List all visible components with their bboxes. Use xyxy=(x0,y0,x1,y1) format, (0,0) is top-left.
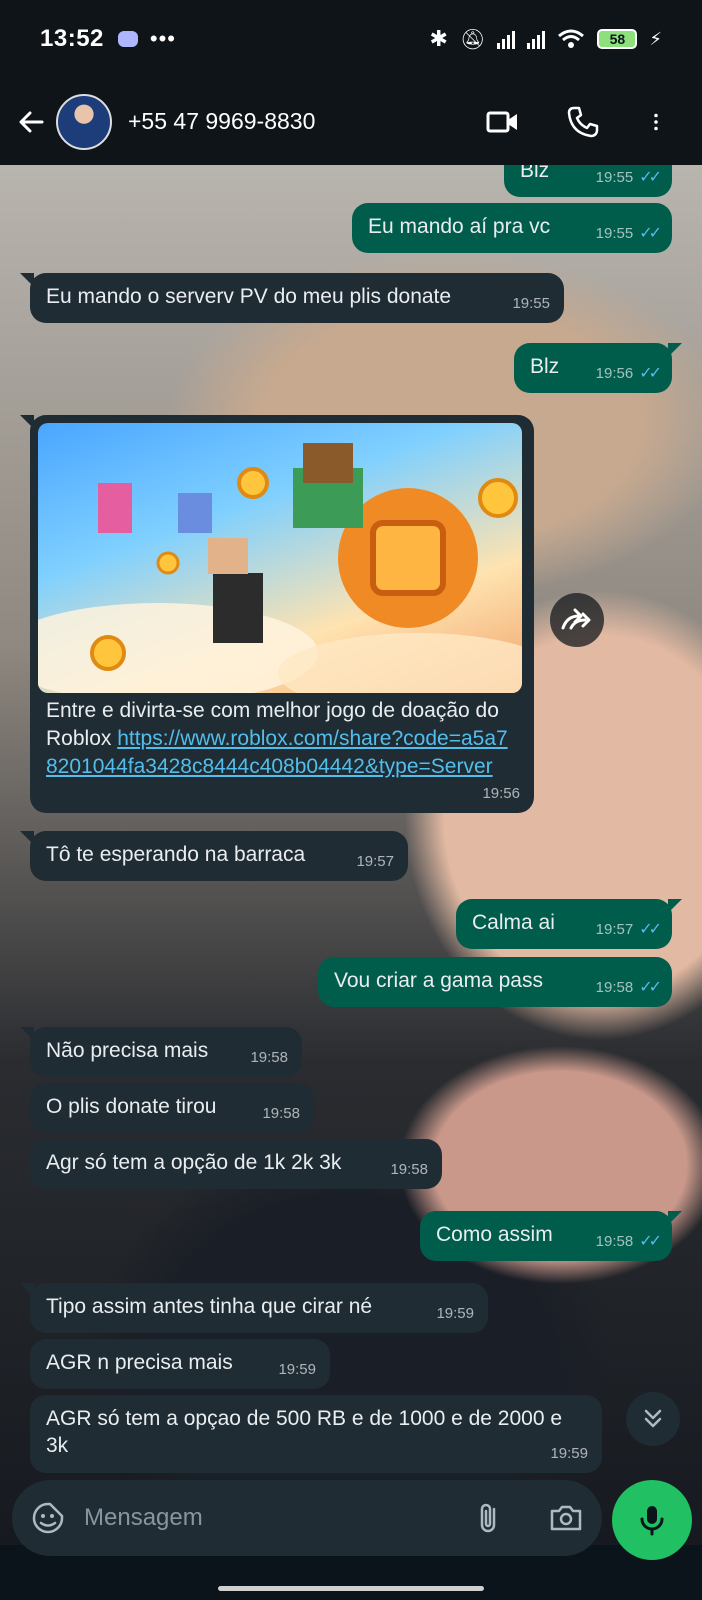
read-ticks-icon: ✓✓ xyxy=(639,365,662,382)
roblox-artwork xyxy=(38,443,522,693)
message-composer xyxy=(0,1470,702,1570)
status-time: 13:52 xyxy=(40,25,104,52)
message-bubble[interactable]: Tô te esperando na barraca 19:57 xyxy=(20,831,408,881)
message-time: 19:56 xyxy=(595,365,634,382)
message-text: AGR só tem a opçao de 500 RB e de 1000 e… xyxy=(46,1407,563,1457)
link-preview-caption: Entre e divirta-se com melhor jogo de do… xyxy=(46,697,516,781)
mic-icon xyxy=(640,1506,664,1536)
message-bubble[interactable]: Agr só tem a opção de 1k 2k 3k 19:58 xyxy=(30,1139,442,1189)
read-ticks-icon: ✓✓ xyxy=(639,169,662,186)
message-time: 19:58 xyxy=(595,979,634,996)
message-bubble[interactable]: Blz 19:56 ✓✓ xyxy=(514,343,682,393)
forward-button[interactable] xyxy=(550,593,604,647)
message-bubble[interactable]: Calma ai 19:57 ✓✓ xyxy=(456,899,682,949)
message-text: Não precisa mais xyxy=(46,1039,209,1062)
battery-icon: 58 xyxy=(597,29,638,49)
avatar[interactable] xyxy=(56,93,112,150)
read-ticks-icon: ✓✓ xyxy=(639,225,662,242)
charging-icon: ⚡ xyxy=(649,28,662,49)
status-bar: 13:52 ••• ✱ 🔕︎ 58 ⚡ xyxy=(0,0,702,78)
signal-icon-2 xyxy=(527,29,546,49)
discord-notification-icon xyxy=(117,31,138,47)
scroll-to-bottom-button[interactable] xyxy=(626,1392,680,1446)
video-call-icon[interactable] xyxy=(486,105,520,139)
message-bubble[interactable]: Eu mando o serverv PV do meu plis donate… xyxy=(20,273,564,323)
read-ticks-icon: ✓✓ xyxy=(639,1233,662,1250)
message-text: Agr só tem a opção de 1k 2k 3k xyxy=(46,1151,342,1174)
message-time: 19:59 xyxy=(550,1445,588,1462)
wifi-icon xyxy=(558,29,585,48)
mute-icon: 🔕︎ xyxy=(459,28,486,51)
system-nav-bar xyxy=(0,1570,702,1600)
message-input-container[interactable] xyxy=(12,1480,602,1556)
bluetooth-icon: ✱ xyxy=(429,26,448,51)
message-text: Vou criar a gama pass xyxy=(334,969,543,992)
signal-icon xyxy=(497,29,516,49)
message-bubble[interactable]: Não precisa mais 19:58 xyxy=(20,1027,302,1077)
top-bar: 13:52 ••• ✱ 🔕︎ 58 ⚡ +55 47 9969-8830 xyxy=(0,0,702,165)
message-text: O plis donate tirou xyxy=(46,1095,217,1118)
message-time: 19:55 xyxy=(595,169,634,186)
message-time: 19:58 xyxy=(262,1105,300,1122)
message-text: Calma ai xyxy=(472,911,555,934)
message-bubble[interactable]: Vou criar a gama pass 19:58 ✓✓ xyxy=(318,957,672,1007)
chat-header: +55 47 9969-8830 xyxy=(0,78,702,165)
message-time: 19:57 xyxy=(356,853,394,870)
message-time: 19:56 xyxy=(482,785,520,802)
message-text: Como assim xyxy=(436,1223,553,1246)
forward-icon xyxy=(561,608,591,630)
more-vert-icon[interactable] xyxy=(646,105,666,139)
chat-area[interactable]: Blz 19:55 ✓✓ Eu mando aí pra vc 19:55 ✓✓ E… xyxy=(0,147,702,1545)
message-time: 19:59 xyxy=(436,1305,474,1322)
contact-name[interactable]: +55 47 9969-8830 xyxy=(128,108,315,135)
back-arrow-icon[interactable] xyxy=(16,107,46,137)
attach-icon[interactable] xyxy=(472,1500,508,1536)
message-text: Blz xyxy=(530,355,560,378)
message-text: Tipo assim antes tinha que cirar né xyxy=(46,1295,373,1318)
read-ticks-icon: ✓✓ xyxy=(639,979,662,996)
message-bubble[interactable]: O plis donate tirou 19:58 xyxy=(30,1083,314,1133)
message-bubble[interactable]: Tipo assim antes tinha que cirar né 19:5… xyxy=(20,1283,488,1333)
message-time: 19:57 xyxy=(595,921,634,938)
message-time: 19:58 xyxy=(595,1233,634,1250)
message-time: 19:58 xyxy=(250,1049,288,1066)
message-text: AGR n precisa mais xyxy=(46,1351,233,1374)
message-input[interactable] xyxy=(84,1504,472,1532)
message-text: Tô te esperando na barraca xyxy=(46,843,306,866)
message-time: 19:58 xyxy=(390,1161,428,1178)
link-preview-message[interactable]: Entre e divirta-se com melhor jogo de do… xyxy=(20,415,534,813)
camera-icon[interactable] xyxy=(548,1500,584,1536)
message-text: Eu mando o serverv PV do meu plis donate xyxy=(46,285,452,308)
home-gesture-handle[interactable] xyxy=(218,1586,484,1591)
message-bubble[interactable]: AGR só tem a opçao de 500 RB e de 1000 e… xyxy=(30,1395,602,1473)
voice-message-button[interactable] xyxy=(612,1480,692,1560)
link-preview-image[interactable] xyxy=(38,423,522,693)
message-time: 19:55 xyxy=(512,295,550,312)
message-text: Eu mando aí pra vc xyxy=(368,215,551,238)
scroll-down-icon xyxy=(644,1409,662,1428)
message-time: 19:55 xyxy=(595,225,634,242)
more-notifications-icon: ••• xyxy=(149,26,176,51)
message-bubble[interactable]: Como assim 19:58 ✓✓ xyxy=(420,1211,682,1261)
phone-icon[interactable] xyxy=(566,105,600,139)
read-ticks-icon: ✓✓ xyxy=(639,921,662,938)
message-bubble[interactable]: Eu mando aí pra vc 19:55 ✓✓ xyxy=(352,203,672,253)
message-time: 19:59 xyxy=(278,1361,316,1378)
message-bubble[interactable]: AGR n precisa mais 19:59 xyxy=(30,1339,330,1389)
sticker-icon[interactable] xyxy=(30,1500,66,1536)
